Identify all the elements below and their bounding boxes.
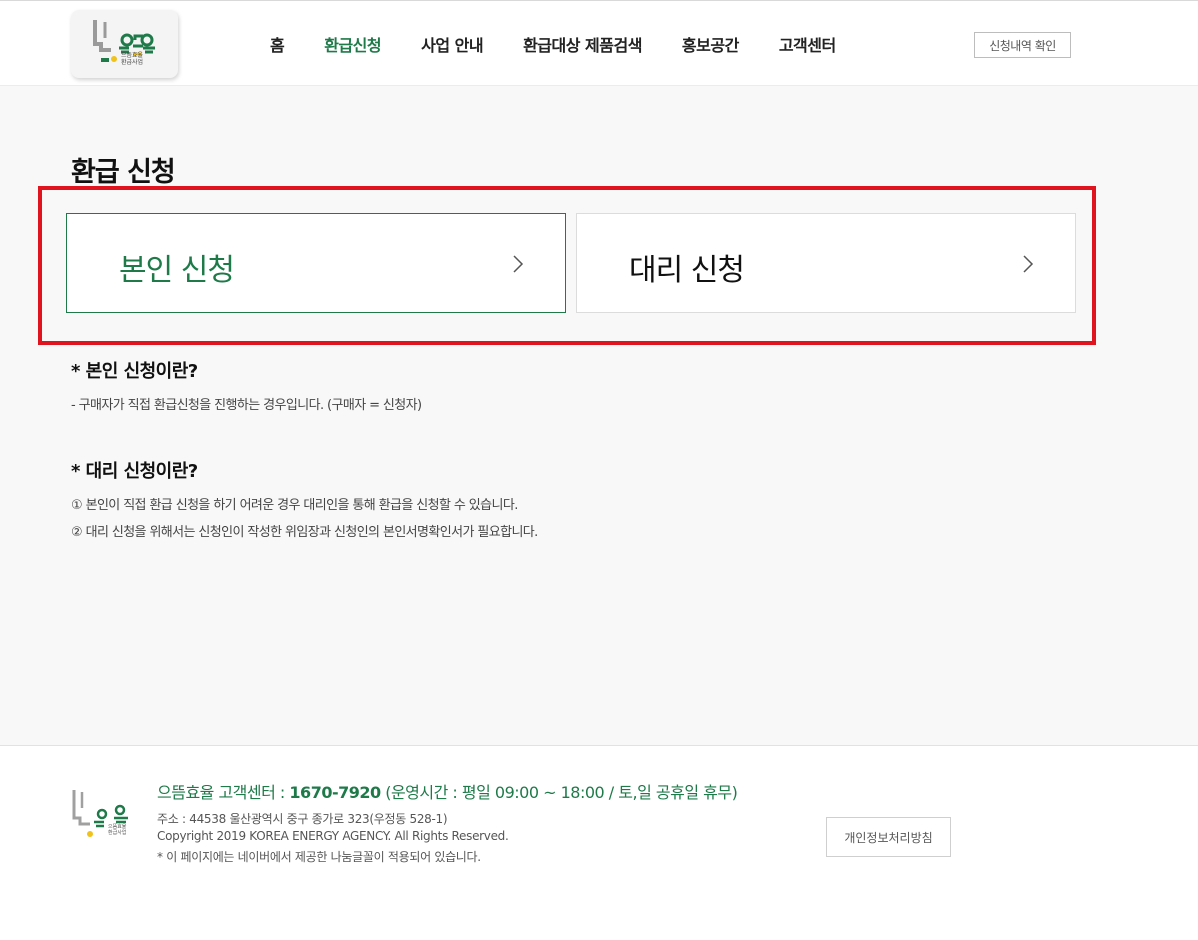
main-nav: 홈 환급신청 사업 안내 환급대상 제품검색 홍보공간 고객센터 — [250, 1, 856, 87]
customer-center-info: 으뜸효율 고객센터 : 1670-7920 (운영시간 : 평일 09:00 ~… — [157, 779, 738, 803]
customer-center-phone: 1670-7920 — [289, 783, 381, 802]
customer-center-hours: (운영시간 : 평일 09:00 ~ 18:00 / 토,일 공휴일 휴무) — [380, 783, 738, 802]
self-info-heading: * 본인 신청이란? — [71, 361, 198, 382]
proxy-apply-label: 대리 신청 — [629, 253, 745, 288]
self-apply-button[interactable]: 본인 신청 — [66, 213, 566, 313]
site-footer: 으뜸효율 환급사업 으뜸효율 고객센터 : 1670-7920 (운영시간 : … — [0, 745, 1198, 940]
chevron-right-icon — [1023, 255, 1034, 273]
self-apply-label: 본인 신청 — [119, 253, 235, 288]
footer-logo-text-line2: 환급사업 — [108, 830, 127, 836]
self-info-line: - 구매자가 직접 환급신청을 진행하는 경우입니다. (구매자 = 신청자) — [71, 398, 422, 413]
footer-font-notice: * 이 페이지에는 네이버에서 제공한 나눔글꼴이 적용되어 있습니다. — [157, 850, 481, 864]
check-application-button[interactable]: 신청내역 확인 — [974, 32, 1071, 58]
nav-item-home[interactable]: 홈 — [270, 32, 285, 56]
page-title: 환급 신청 — [71, 157, 176, 188]
logo-text-line1: 으뜸효율 — [121, 52, 144, 59]
customer-center-prefix: 으뜸효율 고객센터 : — [157, 783, 290, 802]
nav-item-promotion[interactable]: 홍보공간 — [682, 32, 739, 56]
logo-icon — [72, 790, 128, 837]
proxy-info-line-2: ② 대리 신청을 위해서는 신청인이 작성한 위임장과 신청인의 본인서명확인서… — [71, 525, 538, 540]
nav-item-product-search[interactable]: 환급대상 제품검색 — [523, 32, 642, 56]
nav-item-customer-center[interactable]: 고객센터 — [779, 32, 836, 56]
nav-item-business-info[interactable]: 사업 안내 — [421, 32, 483, 56]
footer-address: 주소 : 44538 울산광역시 중구 종가로 323(우정동 528-1) — [157, 812, 448, 826]
proxy-info-heading: * 대리 신청이란? — [71, 461, 198, 482]
privacy-policy-button[interactable]: 개인정보처리방침 — [826, 817, 951, 857]
site-logo[interactable]: 으뜸효율 환급사업 — [71, 10, 178, 78]
logo-icon — [93, 20, 155, 62]
footer-logo: 으뜸효율 환급사업 — [70, 786, 136, 848]
nav-item-refund-apply[interactable]: 환급신청 — [324, 32, 381, 56]
chevron-right-icon — [513, 255, 524, 273]
logo-text-line2: 환급사업 — [121, 59, 144, 66]
proxy-apply-button[interactable]: 대리 신청 — [576, 213, 1076, 313]
proxy-info-line-1: ① 본인이 직접 환급 신청을 하기 어려운 경우 대리인을 통해 환급을 신청… — [71, 498, 518, 513]
footer-copyright: Copyright 2019 KOREA ENERGY AGENCY. All … — [157, 829, 509, 843]
site-header: 으뜸효율 환급사업 홈 환급신청 사업 안내 환급대상 제품검색 홍보공간 고객… — [0, 0, 1198, 86]
